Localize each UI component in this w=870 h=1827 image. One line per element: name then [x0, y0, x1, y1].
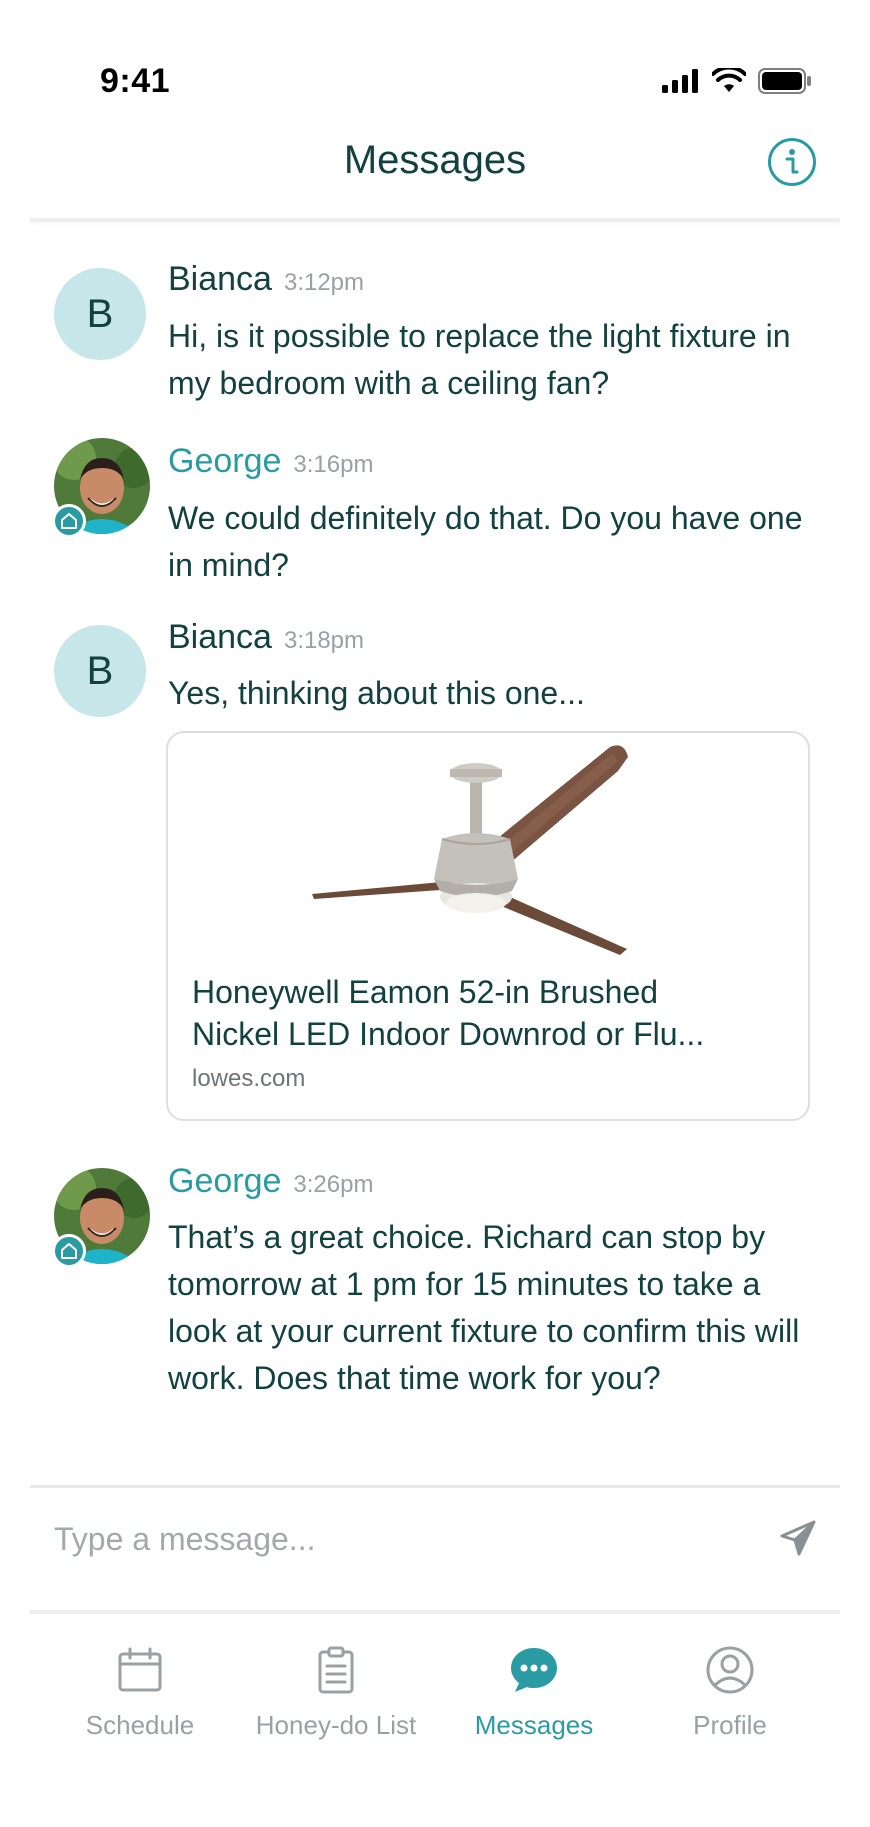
- sender-name: George: [168, 1162, 282, 1200]
- tab-label: Messages: [474, 1710, 594, 1740]
- message-text: We could definitely do that. Do you have…: [168, 500, 803, 583]
- page-title: Messages: [343, 138, 527, 182]
- info-button[interactable]: [768, 138, 816, 186]
- chat-bubble-icon: [511, 1648, 557, 1692]
- tab-bar: Schedule Honey-do List Messages Profile: [0, 1614, 870, 1827]
- clipboard-icon: [318, 1646, 354, 1694]
- header-divider: [30, 218, 840, 222]
- message-text: Yes, thinking about this one...: [168, 675, 585, 711]
- send-icon: [780, 1520, 816, 1556]
- tab-label: Honey-do List: [255, 1710, 417, 1740]
- link-domain: lowes.com: [192, 1065, 306, 1092]
- status-time: 9:41: [100, 62, 171, 100]
- link-title: Honeywell Eamon 52-in Brushed Nickel LED…: [192, 974, 705, 1052]
- message-text: Hi, is it possible to replace the light …: [168, 318, 791, 401]
- message-time: 3:26pm: [293, 1171, 374, 1198]
- message-time: 3:12pm: [283, 269, 365, 296]
- home-badge: [52, 504, 86, 538]
- info-icon: [785, 149, 799, 174]
- cellular-signal-icon: [662, 69, 698, 93]
- message-composer: [0, 1488, 870, 1610]
- message-header: Bianca 3:12pm: [168, 260, 364, 299]
- avatar: B: [54, 625, 146, 717]
- calendar-icon: [118, 1647, 162, 1692]
- wifi-icon: [712, 68, 746, 92]
- status-icons: [662, 68, 812, 94]
- home-badge: [52, 1234, 86, 1268]
- ceiling-fan-image: [312, 745, 628, 955]
- tab-label: Profile: [693, 1710, 767, 1740]
- user-circle-icon: [706, 1646, 754, 1694]
- message-time: 3:18pm: [283, 627, 365, 654]
- tab-schedule[interactable]: Schedule: [40, 1644, 240, 1741]
- header: Messages: [0, 120, 870, 220]
- message-header: Bianca 3:18pm: [168, 618, 364, 657]
- sender-name: George: [168, 442, 282, 480]
- message-header: George 3:16pm: [168, 442, 373, 481]
- link-preview-card[interactable]: Honeywell Eamon 52-in Brushed Nickel LED…: [166, 731, 810, 1121]
- message-text: That’s a great choice. Richard can stop …: [168, 1219, 800, 1396]
- sender-name: Bianca: [168, 260, 272, 298]
- avatar: B: [54, 268, 146, 360]
- send-button[interactable]: [772, 1512, 824, 1564]
- status-bar: 9:41: [0, 0, 870, 120]
- tab-honey-do-list[interactable]: Honey-do List: [236, 1644, 436, 1741]
- message-input[interactable]: [54, 1514, 734, 1564]
- tab-label: Schedule: [85, 1710, 195, 1740]
- home-icon: [61, 1243, 77, 1259]
- tab-profile[interactable]: Profile: [630, 1644, 830, 1741]
- tab-messages[interactable]: Messages: [434, 1644, 634, 1741]
- message-header: George 3:26pm: [168, 1162, 373, 1201]
- home-icon: [61, 513, 77, 529]
- sender-name: Bianca: [168, 618, 272, 656]
- message-time: 3:16pm: [293, 451, 374, 478]
- battery-icon: [758, 68, 811, 94]
